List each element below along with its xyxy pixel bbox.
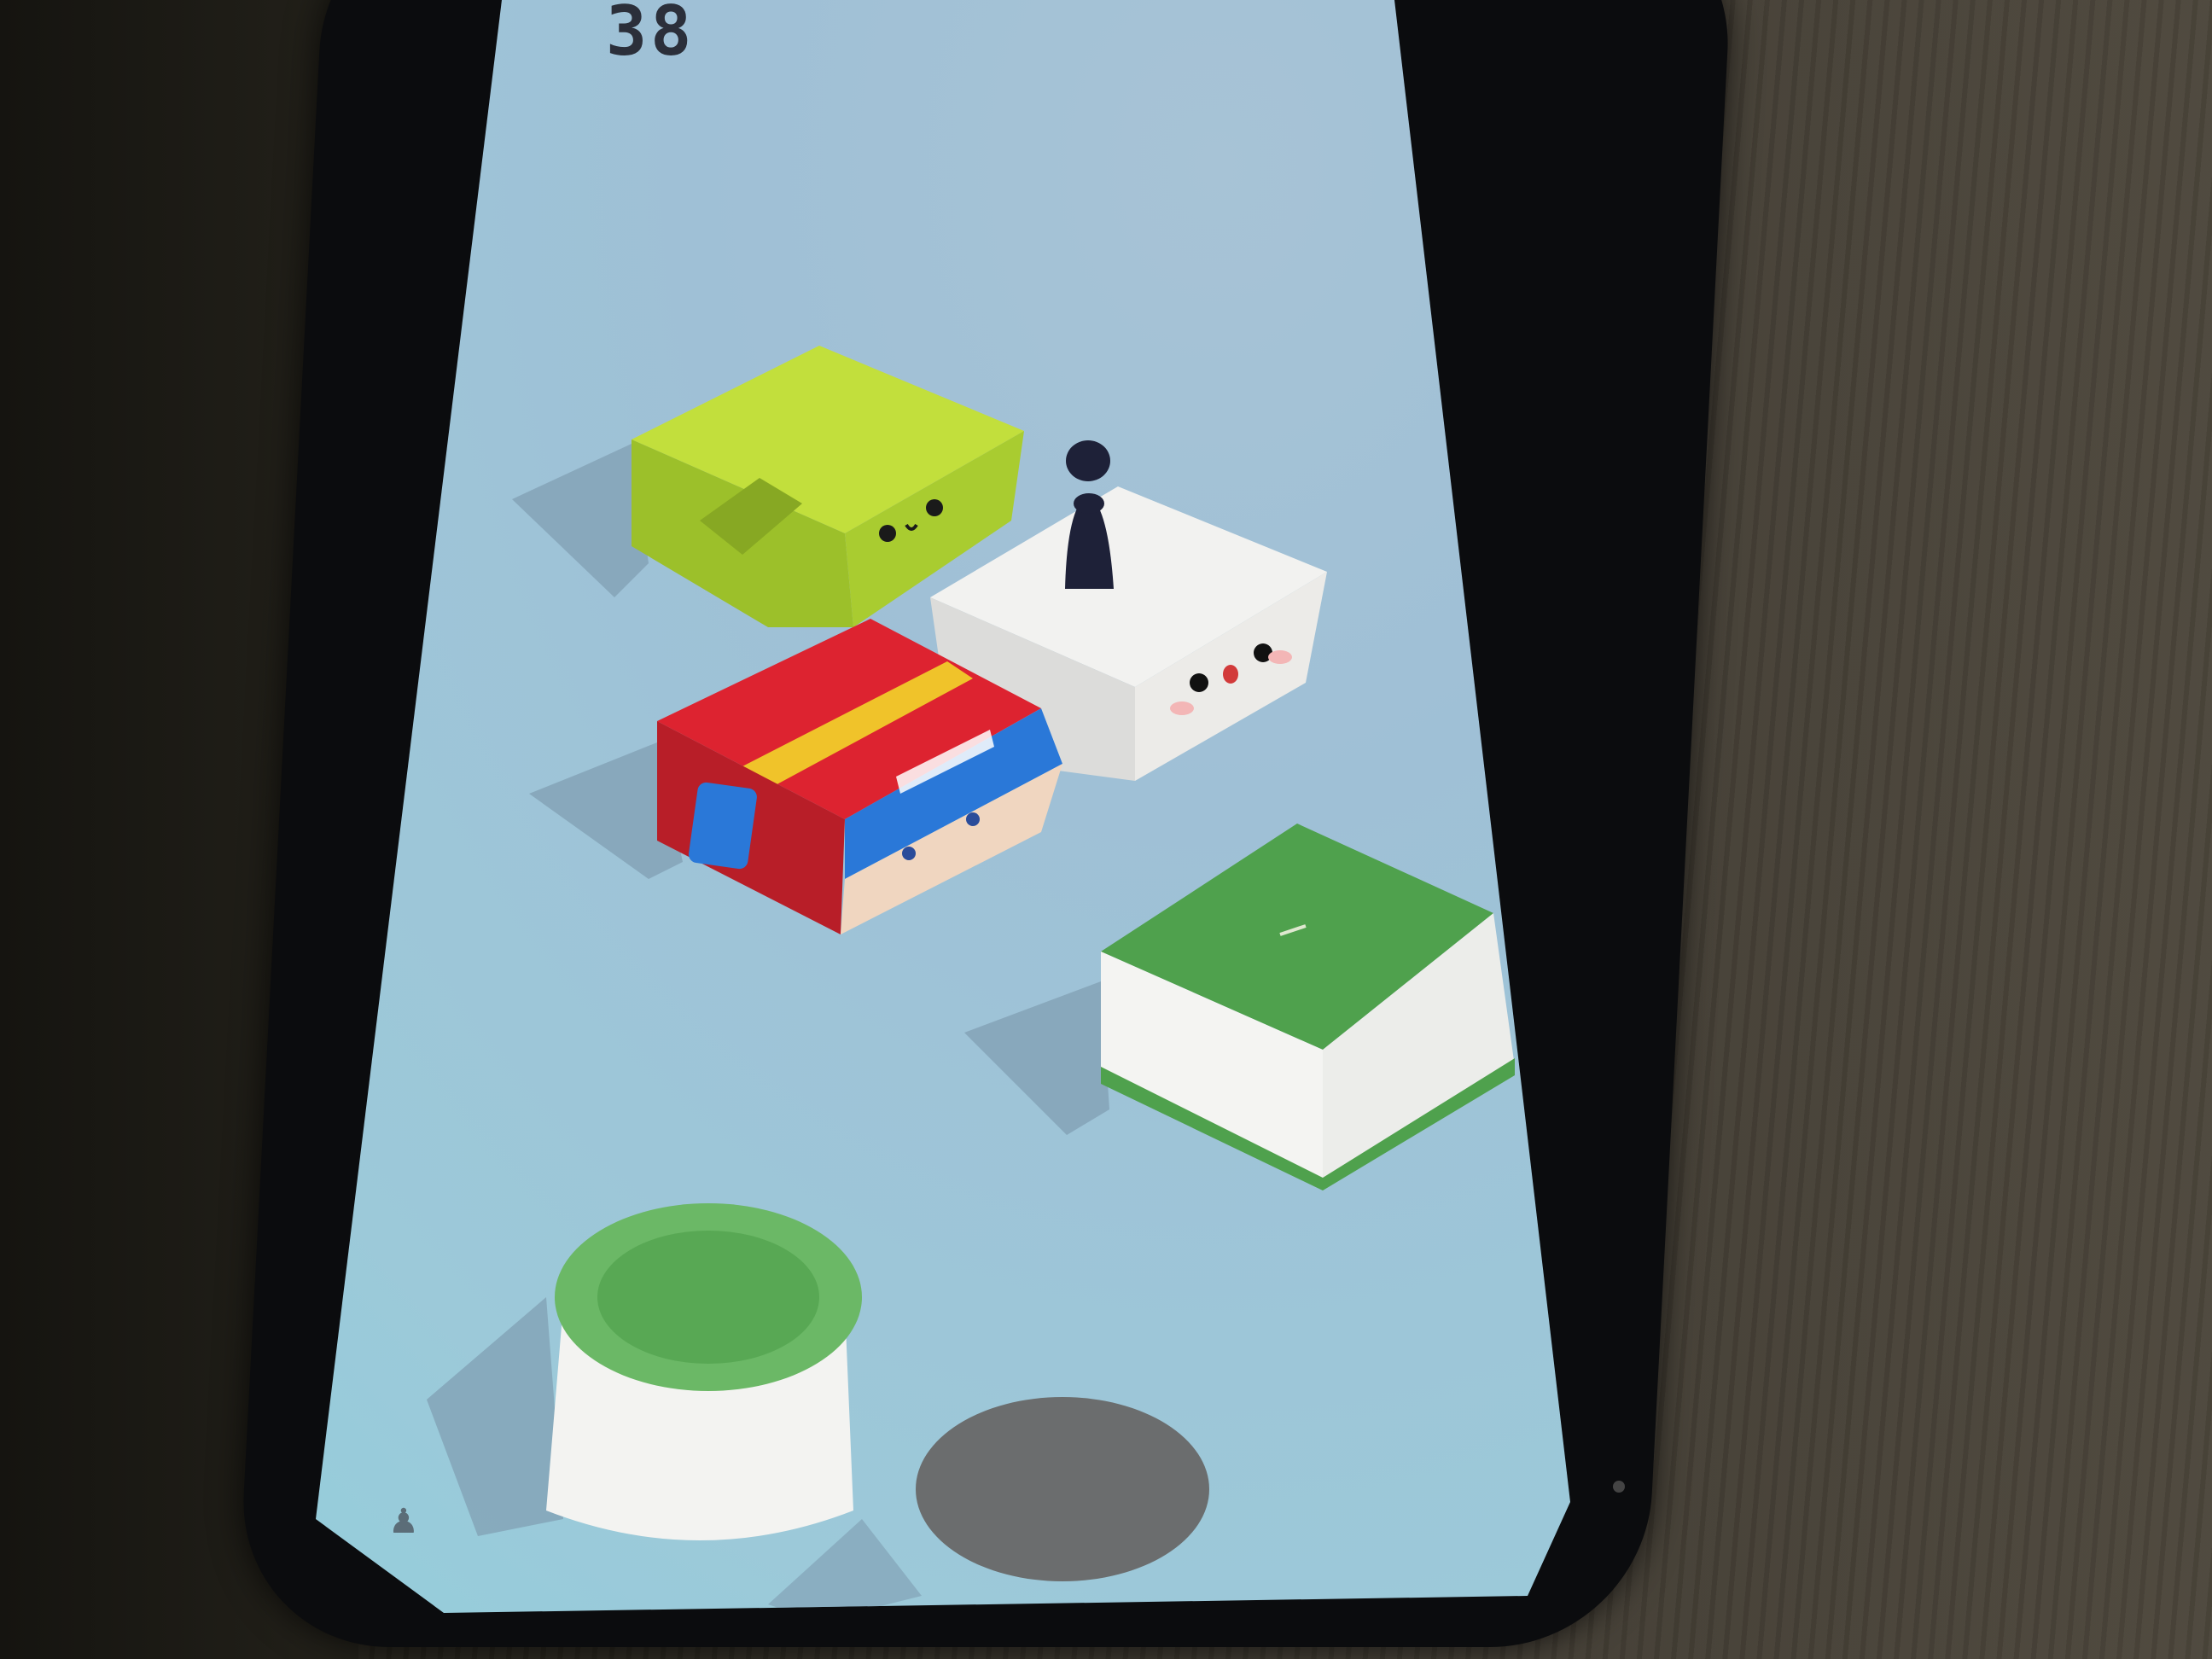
green-block [1101, 824, 1515, 1190]
gray-disc-platform [916, 1397, 1209, 1581]
red-block-latch [688, 782, 757, 870]
drum-shadow [427, 1297, 563, 1536]
phone-sensor [1613, 1481, 1625, 1493]
green-block-shadow [964, 981, 1109, 1135]
lime-block-eye-right [926, 499, 943, 516]
white-block-eye-left [1190, 673, 1208, 692]
lime-block-shadow [512, 444, 649, 597]
lime-block-eye-left [879, 525, 896, 542]
drum-platform [546, 1203, 862, 1540]
pawn-icon[interactable]: ♟ [388, 1502, 419, 1541]
